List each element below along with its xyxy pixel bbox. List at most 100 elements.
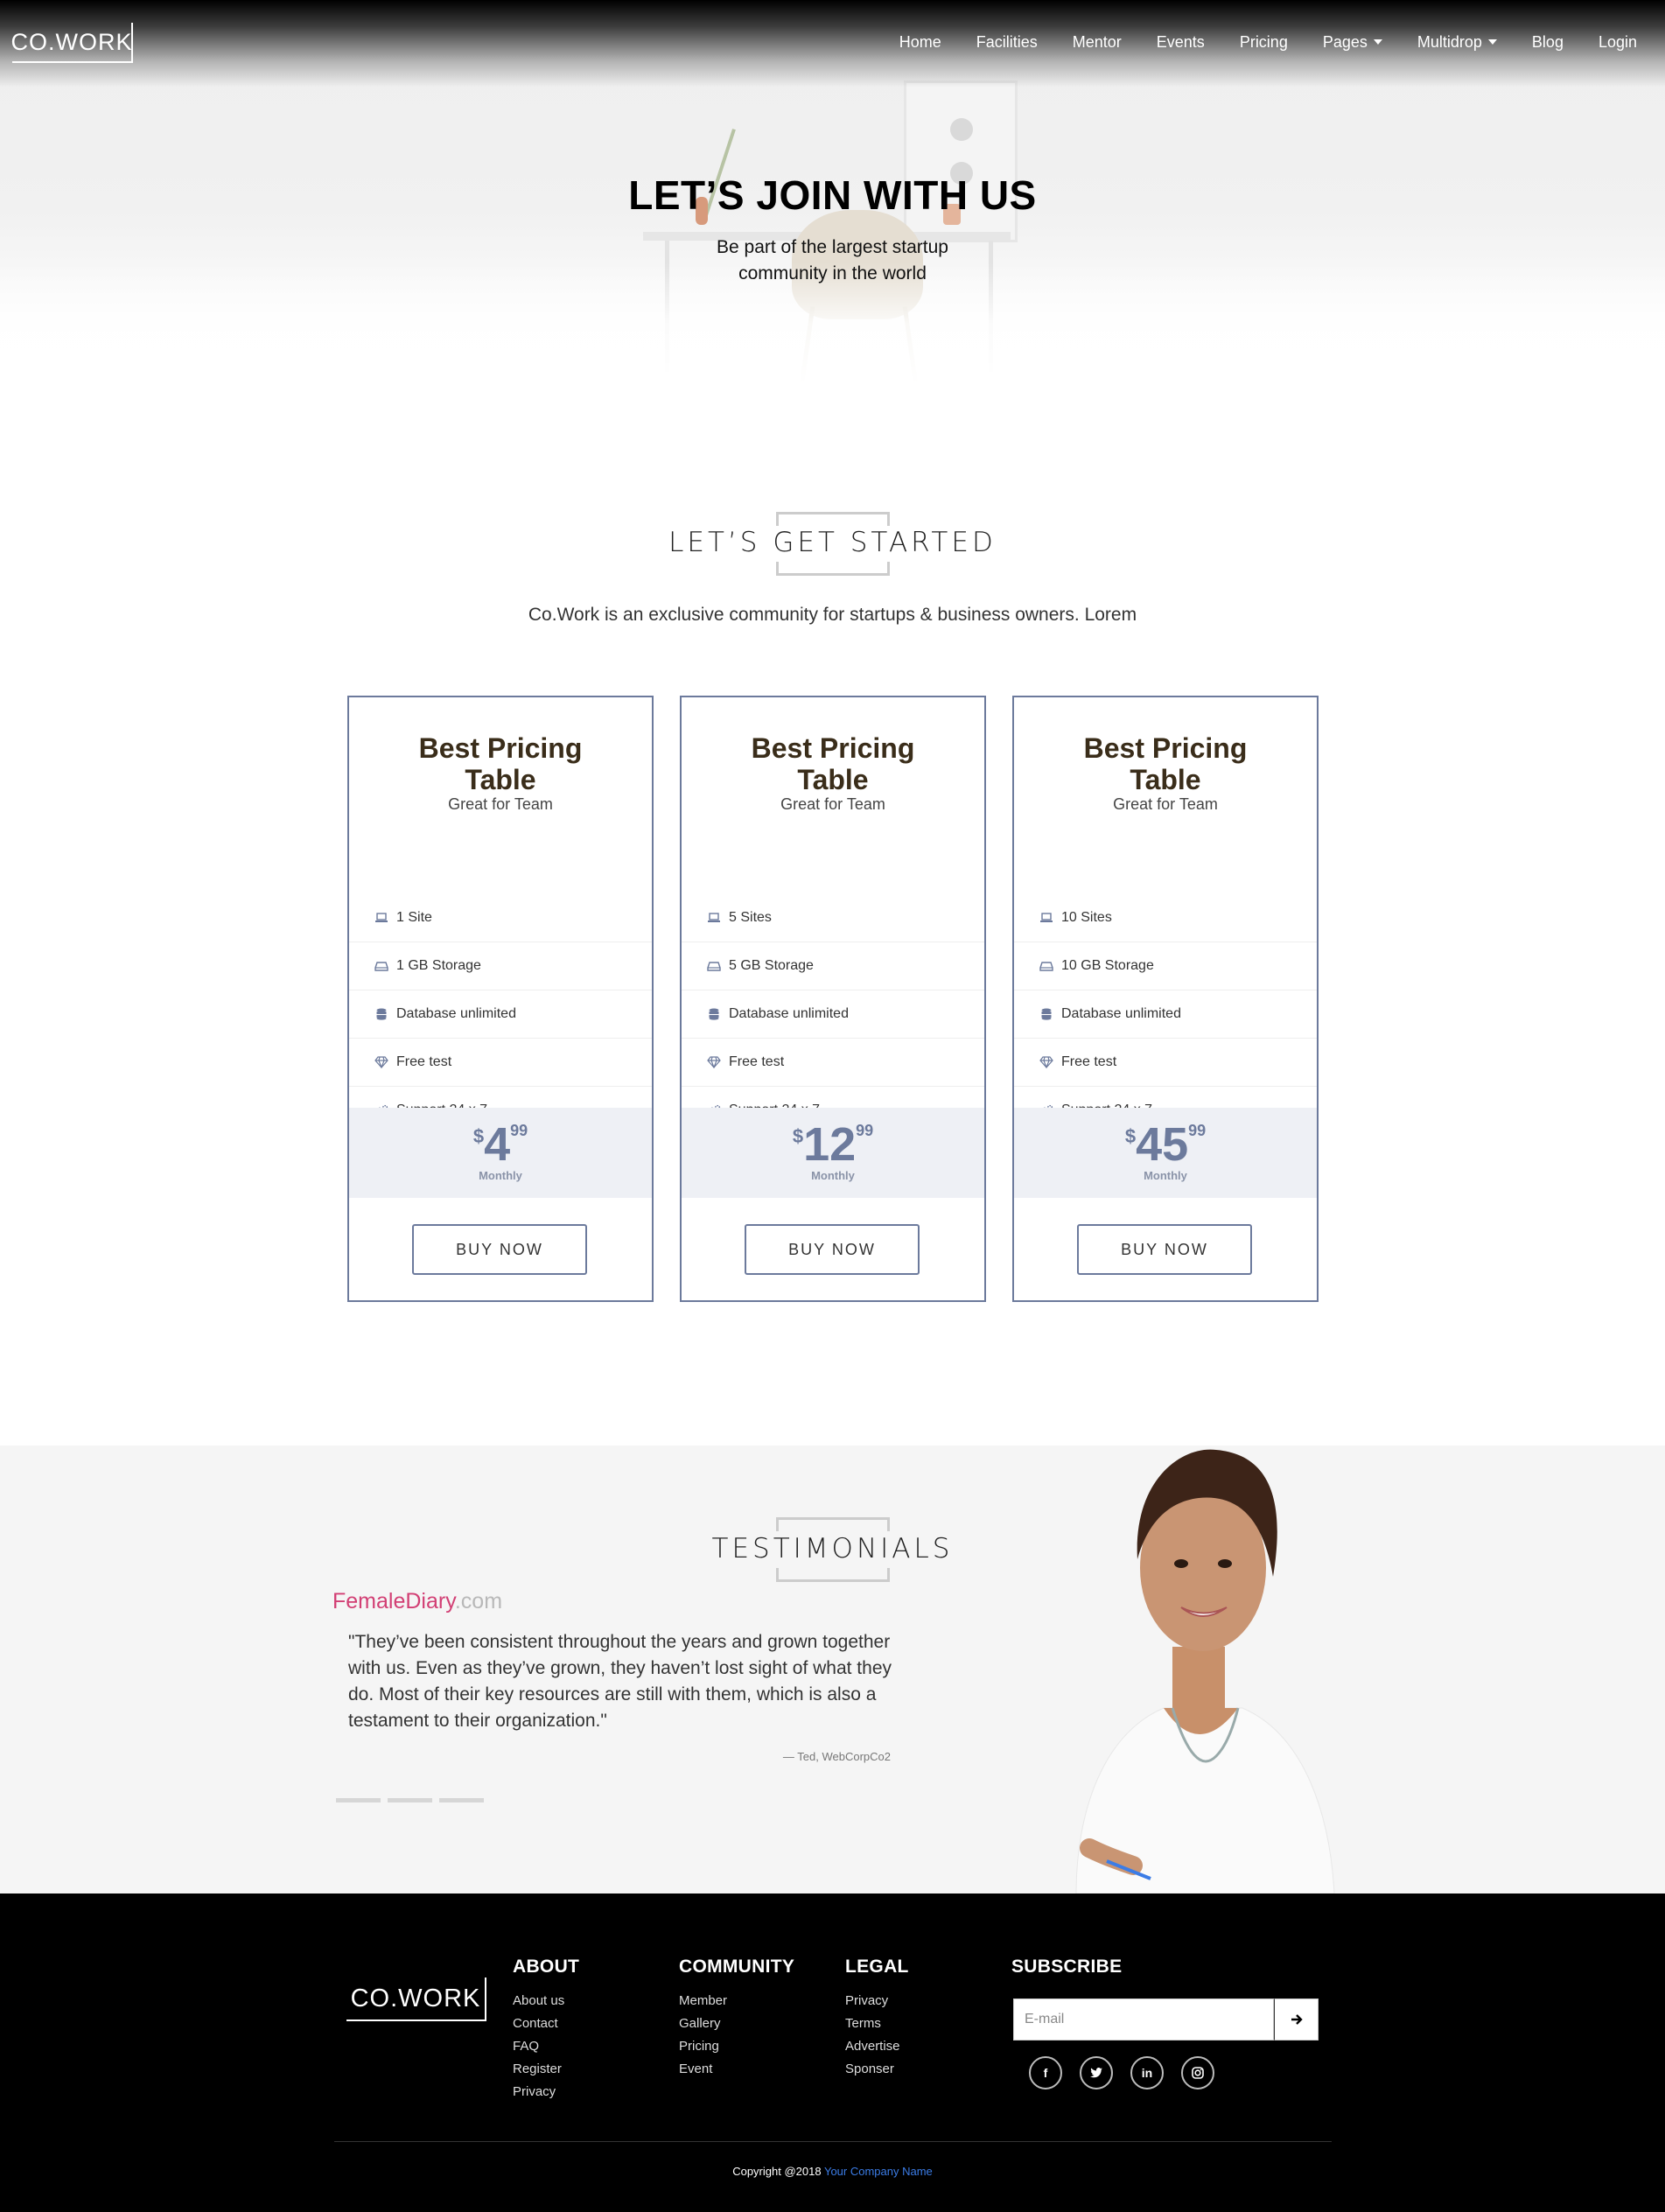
footer-link-register[interactable]: Register <box>513 2058 579 2081</box>
feature-row: Free test <box>349 1039 652 1087</box>
footer-link-sponser[interactable]: Sponser <box>845 2058 909 2081</box>
feature-label: Database unlimited <box>1061 1006 1181 1021</box>
nav-blog[interactable]: Blog <box>1532 24 1564 60</box>
footer-link-member[interactable]: Member <box>679 1990 794 2012</box>
footer-divider <box>334 2141 1332 2142</box>
laptop-icon <box>706 912 722 924</box>
price-amount: 4 <box>484 1118 511 1171</box>
feature-label: Database unlimited <box>396 1006 516 1021</box>
footer-link-pricing[interactable]: Pricing <box>679 2035 794 2058</box>
footer-column-legal: LEGAL Privacy Terms Advertise Sponser <box>845 1956 909 2081</box>
company-name: FemaleDiary <box>332 1589 455 1614</box>
price-currency: $ <box>472 1125 485 1147</box>
footer-link-contact[interactable]: Contact <box>513 2012 579 2035</box>
nav-events[interactable]: Events <box>1157 24 1205 60</box>
feature-row: Database unlimited <box>682 990 984 1039</box>
diamond-icon <box>706 1056 722 1068</box>
company-suffix: .com <box>454 1589 503 1614</box>
price-currency: $ <box>792 1125 804 1147</box>
heading-bracket-bottom <box>776 1568 890 1582</box>
feature-label: Free test <box>729 1054 785 1069</box>
feature-label: 5 Sites <box>729 910 772 925</box>
frame-dot <box>950 118 973 141</box>
price-period: Monthly <box>479 1169 522 1182</box>
nav-pricing[interactable]: Pricing <box>1240 24 1288 60</box>
footer-link-terms[interactable]: Terms <box>845 2012 909 2035</box>
copyright-text: Copyright @2018 <box>732 2165 822 2178</box>
footer-link-about-us[interactable]: About us <box>513 1990 579 2012</box>
price-currency: $ <box>1124 1125 1137 1147</box>
buy-now-button[interactable]: BUY NOW <box>1077 1224 1252 1275</box>
facebook-icon[interactable]: f <box>1029 2056 1062 2090</box>
feature-row: 5 GB Storage <box>682 942 984 990</box>
hard-drive-icon <box>374 960 389 972</box>
price: $4599 <box>1014 1116 1317 1172</box>
copyright: Copyright @2018 Your Company Name <box>0 2165 1665 2178</box>
pricing-heading: LET’S GET STARTED <box>668 527 997 558</box>
footer-link-privacy[interactable]: Privacy <box>845 1990 909 2012</box>
price: $1299 <box>682 1116 984 1172</box>
feature-label: 1 Site <box>396 910 432 925</box>
nav-label: Home <box>899 32 941 51</box>
feature-label: 5 GB Storage <box>729 958 814 973</box>
footer-link-faq[interactable]: FAQ <box>513 2035 579 2058</box>
footer-link-privacy[interactable]: Privacy <box>513 2081 579 2104</box>
twitter-icon[interactable] <box>1080 2056 1113 2090</box>
diamond-icon <box>1039 1056 1054 1068</box>
footer-link-advertise[interactable]: Advertise <box>845 2035 909 2058</box>
database-icon <box>374 1008 389 1020</box>
nav-pages-dropdown[interactable]: Pages <box>1323 24 1382 60</box>
feature-row: 10 Sites <box>1014 894 1317 942</box>
nav-label: Mentor <box>1072 32 1122 51</box>
instagram-icon[interactable] <box>1181 2056 1214 2090</box>
hero-subtitle: Be part of the largest startup community… <box>717 237 948 284</box>
carousel-dot[interactable] <box>336 1798 381 1802</box>
card-title: Best Pricing Table <box>1083 732 1248 795</box>
feature-label: 1 GB Storage <box>396 958 481 973</box>
caret-down-icon <box>1373 39 1382 45</box>
feature-row: Database unlimited <box>1014 990 1317 1039</box>
testimonial-author: — Ted, WebCorpCo2 <box>782 1750 891 1763</box>
nav-multidrop-dropdown[interactable]: Multidrop <box>1417 24 1497 60</box>
company-logo-femalediary: FemaleDiary.com <box>332 1589 502 1614</box>
pricing-lead: Co.Work is an exclusive community for st… <box>528 605 1137 625</box>
feature-label: 10 GB Storage <box>1061 958 1154 973</box>
nav-label: Login <box>1598 32 1637 51</box>
footer-column-heading: LEGAL <box>845 1956 909 1977</box>
nav-login[interactable]: Login <box>1599 24 1637 60</box>
footer-link-gallery[interactable]: Gallery <box>679 2012 794 2035</box>
card-subtitle: Great for Team <box>1113 795 1218 813</box>
pricing-card: Best Pricing Table Great for Team 10 Site… <box>1012 696 1319 1302</box>
database-icon <box>1039 1008 1054 1020</box>
footer-column-heading: ABOUT <box>513 1956 580 1977</box>
buy-now-button[interactable]: BUY NOW <box>745 1224 920 1275</box>
testimonials-heading: TESTIMONIALS <box>711 1533 954 1564</box>
price-cents: 99 <box>510 1122 528 1139</box>
linkedin-icon[interactable]: in <box>1130 2056 1164 2090</box>
price-amount: 12 <box>803 1118 857 1171</box>
diamond-icon <box>374 1056 389 1068</box>
nav-facilities[interactable]: Facilities <box>976 24 1038 60</box>
subscribe-email-input[interactable]: E-mail <box>1013 1998 1274 2040</box>
buy-now-button[interactable]: BUY NOW <box>412 1224 587 1275</box>
feature-row: Free test <box>1014 1039 1317 1087</box>
carousel-dot[interactable] <box>388 1798 432 1802</box>
nav-home[interactable]: Home <box>899 24 941 60</box>
nav-label: Events <box>1156 32 1205 51</box>
hard-drive-icon <box>1039 960 1054 972</box>
database-icon <box>706 1008 722 1020</box>
logo[interactable]: CO.WORK <box>11 23 133 63</box>
price-box: $1299 Monthly <box>682 1108 984 1198</box>
footer-link-event[interactable]: Event <box>679 2058 794 2081</box>
carousel-dot[interactable] <box>439 1798 484 1802</box>
footer-logo[interactable]: CO.WORK <box>346 1978 486 2021</box>
heading-bracket-bottom <box>776 562 890 576</box>
feature-row: 1 GB Storage <box>349 942 652 990</box>
company-link[interactable]: Your Company Name <box>824 2165 933 2178</box>
feature-label: Free test <box>396 1054 452 1069</box>
nav-mentor[interactable]: Mentor <box>1073 24 1122 60</box>
pricing-card: Best Pricing Table Great for Team 5 Sites… <box>680 696 986 1302</box>
carousel-indicators <box>336 1798 484 1802</box>
subscribe-submit-button[interactable] <box>1274 1998 1319 2040</box>
nav-label: Pages <box>1322 32 1368 51</box>
